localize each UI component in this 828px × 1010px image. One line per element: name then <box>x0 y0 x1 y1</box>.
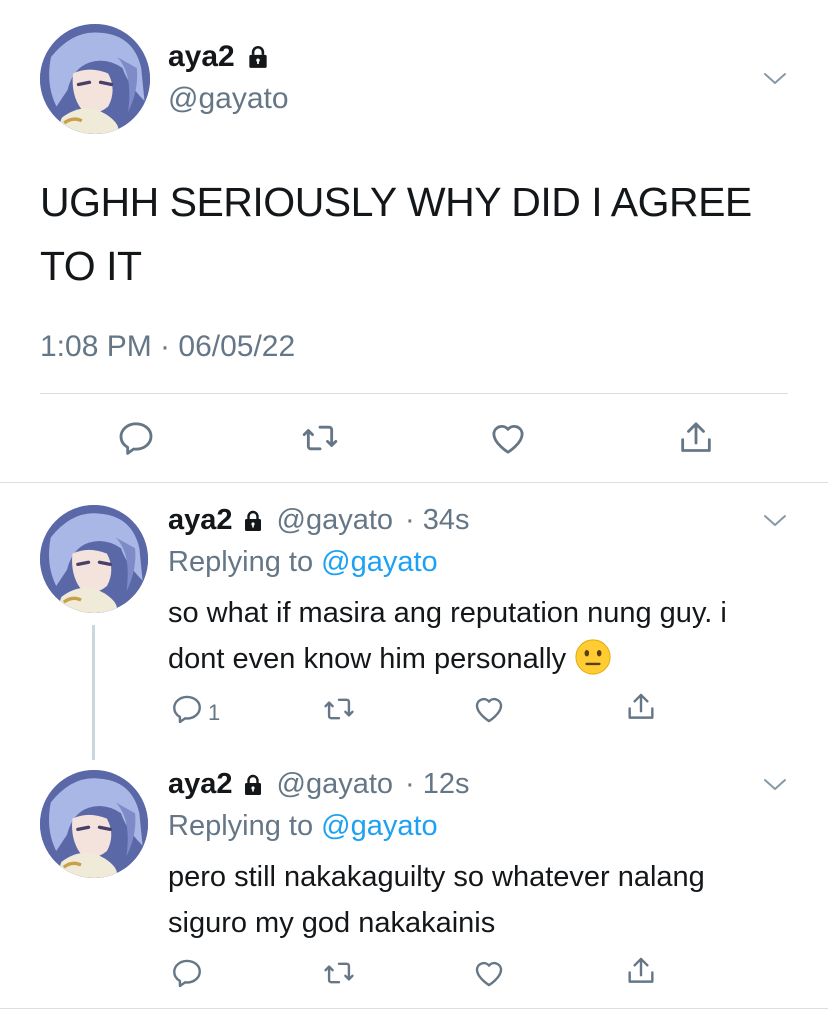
retweet-icon[interactable] <box>300 418 340 458</box>
neutral-face-icon <box>574 638 612 676</box>
reply-text: pero still nakakaguilty so whatever nala… <box>168 861 705 939</box>
chevron-down-icon[interactable] <box>762 512 788 528</box>
chevron-down-icon[interactable] <box>762 70 788 86</box>
divider <box>0 1008 828 1009</box>
lock-icon <box>241 509 265 533</box>
profile-picture <box>40 770 148 878</box>
author-handle[interactable]: @gayato <box>277 768 394 801</box>
reply-icon[interactable] <box>170 692 204 726</box>
reply-icon[interactable] <box>170 956 204 990</box>
author-handle[interactable]: @gayato <box>168 82 289 116</box>
replying-to-label: Replying to <box>168 810 322 842</box>
replying-to: Replying to @gayato <box>168 810 438 843</box>
reply-text-content: so what if masira ang reputation nung gu… <box>168 597 727 675</box>
display-name: aya2 <box>168 40 235 73</box>
tweet-timestamp[interactable]: 1:08 PM · 06/05/22 <box>40 330 295 364</box>
heart-icon[interactable] <box>472 692 506 726</box>
reply-count: 1 <box>208 700 221 725</box>
tweet-age[interactable]: · 12s <box>405 768 469 801</box>
heart-icon[interactable] <box>488 418 528 458</box>
author-handle[interactable]: @gayato <box>277 504 394 537</box>
display-name[interactable]: aya2 <box>168 504 233 537</box>
avatar[interactable] <box>40 24 150 134</box>
divider <box>40 393 788 394</box>
replying-to: Replying to @gayato <box>168 546 438 579</box>
section-divider <box>0 482 828 483</box>
lock-icon <box>245 44 271 70</box>
replying-to-mention[interactable]: @gayato <box>321 810 438 842</box>
thread-line <box>92 625 95 760</box>
profile-picture <box>40 505 148 613</box>
share-icon[interactable] <box>676 418 716 458</box>
reply-header: aya2 @gayato · 34s <box>168 504 470 537</box>
reply-icon[interactable] <box>116 418 156 458</box>
replying-to-label: Replying to <box>168 546 322 578</box>
retweet-icon[interactable] <box>322 956 356 990</box>
avatar[interactable] <box>40 505 148 613</box>
profile-picture <box>40 24 150 134</box>
display-name[interactable]: aya2 <box>168 768 233 801</box>
tweet-text: UGHH SERIOUSLY WHY DID I AGREE TO IT <box>40 179 752 289</box>
heart-icon[interactable] <box>472 956 506 990</box>
avatar[interactable] <box>40 770 148 878</box>
share-icon[interactable] <box>624 690 658 724</box>
chevron-down-icon[interactable] <box>762 776 788 792</box>
retweet-icon[interactable] <box>322 692 356 726</box>
lock-icon <box>241 773 265 797</box>
reply-text: so what if masira ang reputation nung gu… <box>168 590 788 682</box>
share-icon[interactable] <box>624 954 658 988</box>
replying-to-mention[interactable]: @gayato <box>321 546 438 578</box>
tweet-age[interactable]: · 34s <box>405 504 469 537</box>
reply-header: aya2 @gayato · 12s <box>168 768 470 801</box>
author-name[interactable]: aya2 <box>168 40 271 74</box>
